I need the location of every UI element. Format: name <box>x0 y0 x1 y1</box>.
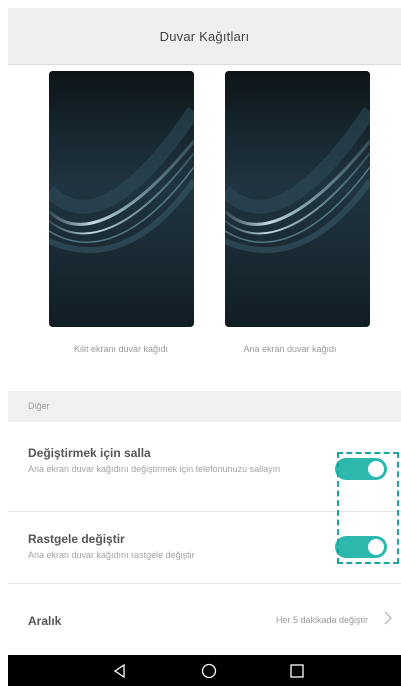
random-change-title: Rastgele değiştir <box>28 532 125 546</box>
chevron-right-icon <box>384 611 393 625</box>
interval-title: Aralık <box>28 614 62 628</box>
navigation-bar <box>8 655 401 686</box>
app-bar: Duvar Kağıtları <box>8 8 401 65</box>
section-header: Diğer <box>8 391 401 422</box>
shake-to-change-subtitle: Ana ekran duvar kağıdını değiştirmek içi… <box>28 464 281 474</box>
shake-to-change-title: Değiştirmek için salla <box>28 446 151 460</box>
section-title: Diğer <box>28 401 50 411</box>
interval-value: Her 5 dakikada değiştir <box>275 615 368 625</box>
home-icon[interactable] <box>201 663 217 679</box>
home-screen-wallpaper-preview[interactable] <box>225 71 370 327</box>
page-title: Duvar Kağıtları <box>159 28 250 44</box>
recents-icon[interactable] <box>289 663 305 679</box>
random-change-subtitle: Ana ekran duvar kağıdını rastgele değişt… <box>28 550 195 560</box>
home-screen-wallpaper-label: Ana ekran duvar kağıdı <box>243 344 337 354</box>
wallpaper-image <box>49 71 194 327</box>
lock-screen-wallpaper-label: Kilit ekranı duvar kağıdı <box>73 344 169 354</box>
lock-screen-wallpaper-preview[interactable] <box>49 71 194 327</box>
wallpaper-image <box>225 71 370 327</box>
toggles-highlight-box <box>337 452 399 564</box>
back-icon[interactable] <box>112 663 128 679</box>
